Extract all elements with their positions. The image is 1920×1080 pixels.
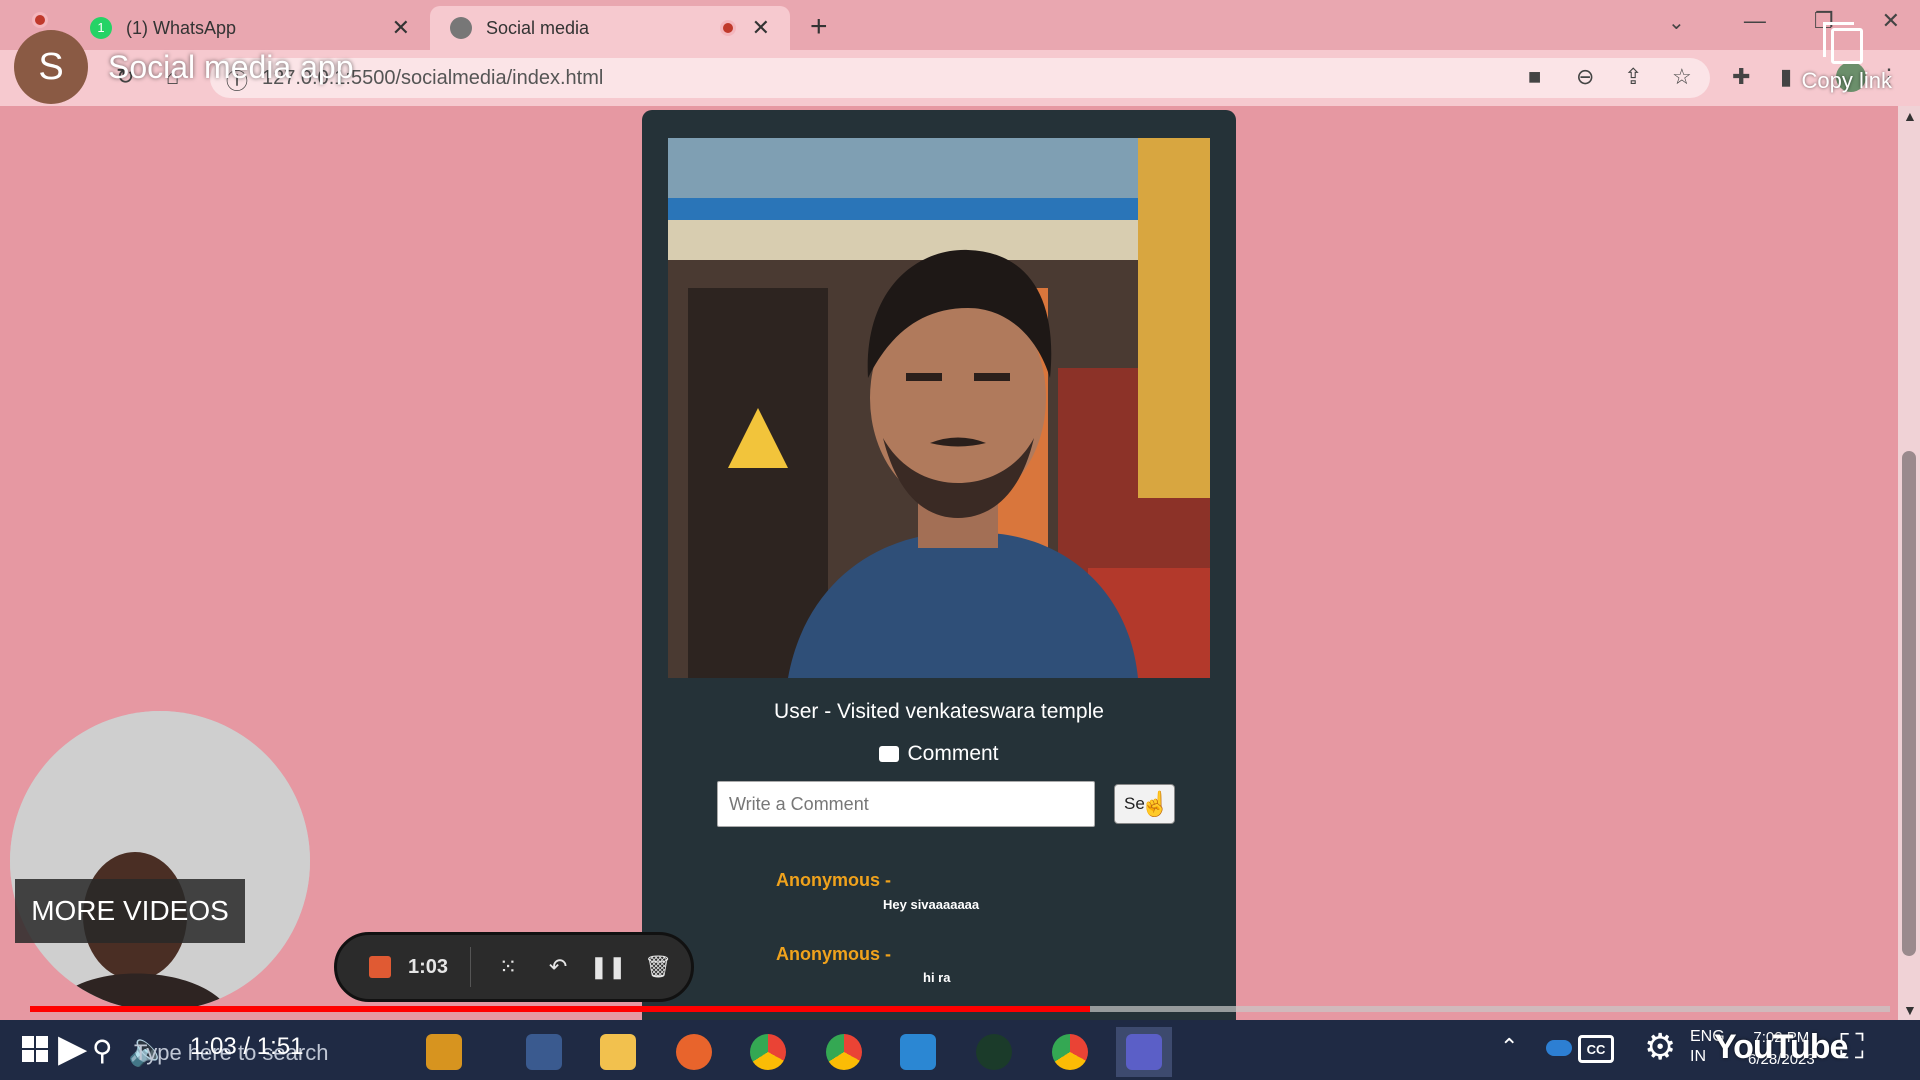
- exit-fullscreen-icon[interactable]: ⛶: [1840, 1028, 1864, 1067]
- comment-input[interactable]: [717, 781, 1095, 827]
- video-title-row: S Social media app: [14, 30, 353, 104]
- channel-avatar[interactable]: S: [14, 30, 88, 104]
- zoom-icon[interactable]: ⊖: [1576, 64, 1594, 90]
- chrome-icon[interactable]: [740, 1027, 796, 1077]
- webcam-image: [10, 711, 310, 1011]
- trash-icon[interactable]: 🗑: [633, 954, 683, 980]
- extensions-icon[interactable]: ✚: [1732, 64, 1750, 90]
- webcam-bubble: [10, 711, 310, 1011]
- copy-icon: [1822, 22, 1863, 64]
- scrollbar-thumb[interactable]: [1902, 451, 1916, 956]
- more-videos-button[interactable]: MORE VIDEOS: [15, 879, 245, 943]
- globe-icon: [450, 17, 472, 39]
- close-tab-icon[interactable]: ✕: [392, 15, 410, 41]
- tab-social-media[interactable]: Social media ✕: [430, 6, 790, 50]
- snipping-app-icon[interactable]: [516, 1027, 572, 1077]
- video-progress-bar[interactable]: [30, 1006, 1890, 1012]
- comment-heading: Comment: [642, 742, 1236, 766]
- new-tab-button[interactable]: +: [810, 10, 828, 44]
- chrome-active-icon[interactable]: [1042, 1027, 1098, 1077]
- comment-heading-label: Comment: [907, 742, 999, 765]
- teams-icon[interactable]: [1116, 1027, 1172, 1077]
- chrome-profile-icon[interactable]: [816, 1027, 872, 1077]
- video-time-display: 1:03 / 1:51: [190, 1033, 304, 1060]
- tab-recording-icon: [720, 20, 736, 36]
- comment-icon: [879, 746, 900, 762]
- close-tab-icon[interactable]: ✕: [752, 15, 770, 41]
- copy-link-label: Copy link: [1801, 68, 1892, 93]
- vscode-icon[interactable]: [890, 1027, 946, 1077]
- windows-start-icon[interactable]: [22, 1036, 48, 1062]
- post-photo: [668, 138, 1210, 678]
- captions-button[interactable]: CC: [1578, 1035, 1614, 1063]
- recorder-toolbar: 1:03 ⁙ ↶ ❚❚ 🗑: [334, 932, 694, 1002]
- divider: [470, 947, 472, 987]
- page-scrollbar[interactable]: ▲ ▼: [1898, 106, 1920, 1020]
- file-explorer-icon[interactable]: [590, 1027, 646, 1077]
- video-progress-fill: [30, 1006, 1091, 1012]
- briefcase-app-icon[interactable]: [416, 1027, 472, 1077]
- video-title[interactable]: Social media app: [108, 49, 353, 86]
- share-icon[interactable]: ⇪: [1624, 64, 1642, 90]
- side-panel-icon[interactable]: ▮: [1780, 64, 1792, 90]
- grid-icon[interactable]: ⁙: [483, 954, 533, 980]
- stop-recording-button[interactable]: [369, 956, 391, 978]
- recording-indicator-icon: [32, 12, 48, 28]
- play-icon[interactable]: ▶: [58, 1026, 87, 1071]
- scroll-up-icon[interactable]: ▲: [1903, 108, 1917, 124]
- comment-author: Anonymous -: [776, 944, 891, 964]
- pause-icon[interactable]: ❚❚: [583, 954, 633, 980]
- minimize-icon[interactable]: —: [1744, 8, 1766, 34]
- undo-icon[interactable]: ↶: [533, 954, 583, 980]
- camera-icon[interactable]: ■: [1528, 64, 1541, 90]
- tab-search-chevron-icon[interactable]: ⌄: [1668, 10, 1685, 35]
- search-icon[interactable]: ⚲: [92, 1034, 113, 1067]
- pen-app-icon[interactable]: [666, 1027, 722, 1077]
- tray-chevron-icon[interactable]: ⌃: [1500, 1034, 1518, 1060]
- tab-label: Social media: [486, 17, 590, 38]
- recording-timer: 1:03: [408, 955, 449, 978]
- mouse-pointer-icon: ☝: [1140, 791, 1170, 818]
- comment-text: Hey sivaaaaaaa: [883, 897, 980, 912]
- settings-gear-icon[interactable]: ⚙: [1644, 1026, 1676, 1068]
- scroll-down-icon[interactable]: ▼: [1903, 1002, 1917, 1018]
- comment-text: hi ra: [923, 970, 951, 985]
- comment-author: Anonymous -: [776, 870, 891, 890]
- youtube-logo[interactable]: YouTube: [1714, 1028, 1848, 1067]
- post-photo-image: [668, 138, 1210, 678]
- mongodb-icon[interactable]: [966, 1027, 1022, 1077]
- copy-link-button[interactable]: Copy link: [1801, 22, 1892, 94]
- onedrive-icon[interactable]: [1546, 1040, 1572, 1056]
- post-card: User - Visited venkateswara temple Comme…: [642, 110, 1236, 1020]
- post-caption: User - Visited venkateswara temple: [774, 700, 1104, 723]
- bookmark-star-icon[interactable]: ☆: [1672, 64, 1692, 90]
